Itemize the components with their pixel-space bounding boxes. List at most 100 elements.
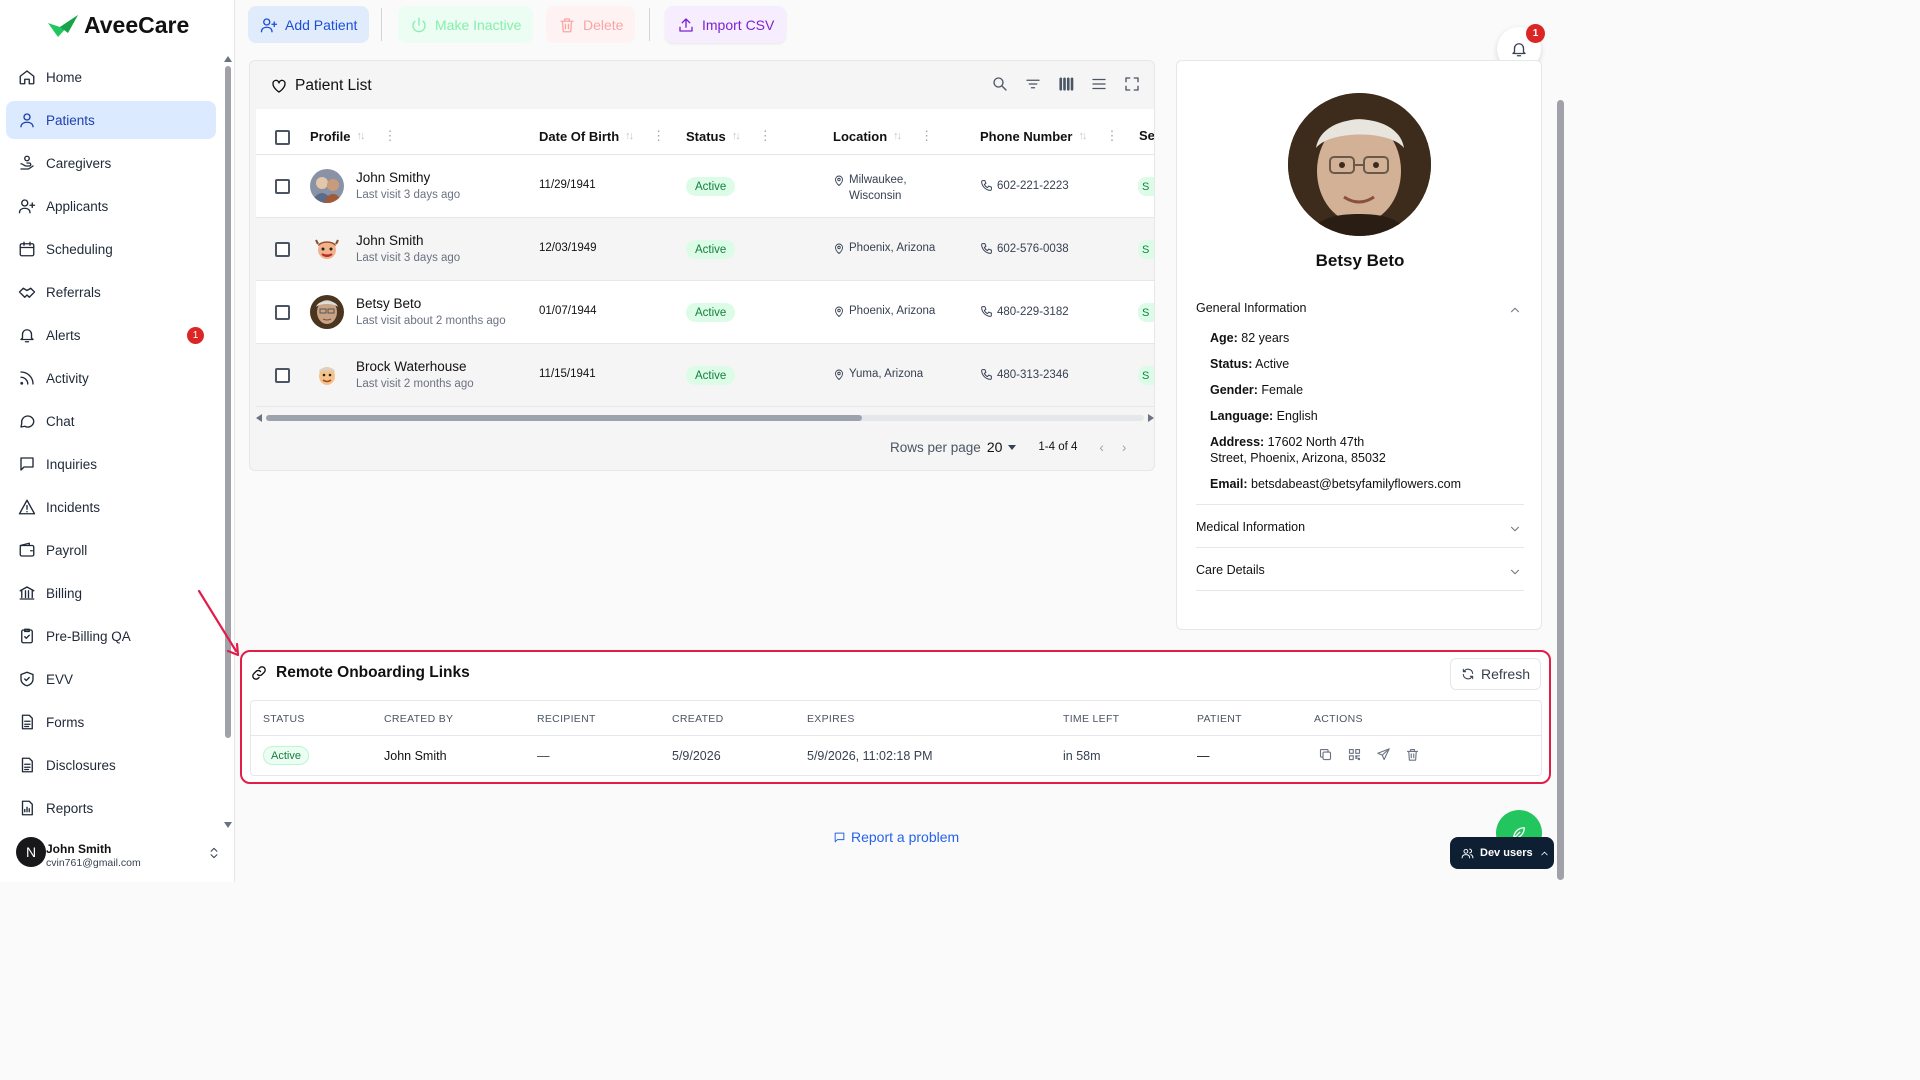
rows-per-page-select[interactable]: 20: [987, 439, 1003, 455]
sort-icon[interactable]: ↑↓: [625, 130, 634, 142]
sidebar-item-referrals[interactable]: Referrals: [6, 273, 216, 311]
sidebar-item-forms[interactable]: Forms: [6, 703, 216, 741]
column-header-profile[interactable]: Profile ↑↓ ⋮: [310, 128, 396, 144]
table-row[interactable]: Betsy Beto Last visit about 2 months ago…: [256, 281, 1154, 344]
sidebar-scrollbar[interactable]: [224, 56, 232, 828]
table-horizontal-scrollbar[interactable]: [256, 411, 1154, 425]
column-header-location[interactable]: Location ↑↓ ⋮: [833, 128, 933, 144]
page-scrollbar[interactable]: [1557, 100, 1564, 880]
sidebar-item-disclosures[interactable]: Disclosures: [6, 746, 216, 784]
sidebar-item-home[interactable]: Home: [6, 58, 216, 96]
page-range: 1-4 of 4: [1038, 441, 1078, 453]
chevron-down-icon[interactable]: [1008, 444, 1017, 450]
trash-icon[interactable]: [1405, 747, 1420, 762]
trash-icon: [560, 17, 574, 32]
patient-photo-icon: [310, 295, 344, 329]
sidebar-item-payroll[interactable]: Payroll: [6, 531, 216, 569]
medical-information-toggle[interactable]: Medical Information: [1196, 520, 1305, 534]
last-visit: Last visit about 2 months ago: [356, 315, 506, 327]
column-header-phone[interactable]: Phone Number ↑↓ ⋮: [980, 128, 1118, 144]
sidebar-item-pre-billing-qa[interactable]: Pre-Billing QA: [6, 617, 216, 655]
column-menu-icon[interactable]: ⋮: [383, 128, 396, 144]
remote-onboarding-panel: Remote Onboarding Links Refresh STATUS C…: [240, 650, 1551, 784]
general-information-toggle[interactable]: General Information: [1196, 301, 1306, 315]
care-details-toggle[interactable]: Care Details: [1196, 563, 1265, 577]
scroll-down-arrow-icon[interactable]: [224, 822, 232, 828]
column-menu-icon[interactable]: ⋮: [920, 128, 933, 144]
sidebar-item-alerts[interactable]: Alerts 1: [6, 316, 216, 354]
sort-icon[interactable]: ↑↓: [893, 130, 902, 142]
logo[interactable]: AveeCare: [46, 12, 189, 39]
table-row[interactable]: John Smithy Last visit 3 days ago 11/29/…: [256, 155, 1154, 218]
scroll-up-arrow-icon[interactable]: [224, 56, 232, 62]
column-header-dob[interactable]: Date Of Birth ↑↓ ⋮: [539, 128, 665, 144]
filter-icon[interactable]: [1024, 75, 1042, 93]
patient-avatar: [310, 232, 344, 266]
row-checkbox[interactable]: [275, 242, 290, 257]
make-inactive-button[interactable]: Make Inactive: [398, 6, 534, 43]
sidebar-item-patients[interactable]: Patients: [6, 101, 216, 139]
care-details-section[interactable]: Care Details: [1196, 563, 1524, 591]
sidebar-item-billing[interactable]: Billing: [6, 574, 216, 612]
column-menu-icon[interactable]: ⋮: [759, 128, 772, 144]
table-row[interactable]: Brock Waterhouse Last visit 2 months ago…: [256, 344, 1154, 407]
patient-name[interactable]: John Smith: [356, 233, 424, 248]
sort-icon[interactable]: ↑↓: [1078, 130, 1087, 142]
select-all-checkbox[interactable]: [275, 130, 290, 145]
sidebar-item-inquiries[interactable]: Inquiries: [6, 445, 216, 483]
density-icon[interactable]: [1090, 75, 1108, 93]
chevron-up-icon[interactable]: [1508, 303, 1522, 317]
sidebar-item-evv[interactable]: EVV: [6, 660, 216, 698]
columns-icon[interactable]: [1057, 75, 1075, 93]
fullscreen-icon[interactable]: [1123, 75, 1141, 93]
row-checkbox[interactable]: [275, 305, 290, 320]
scrollbar-thumb[interactable]: [266, 415, 862, 421]
table-row[interactable]: John Smith Last visit 3 days ago 12/03/1…: [256, 218, 1154, 281]
column-header-status[interactable]: Status ↑↓ ⋮: [686, 128, 772, 144]
patient-name[interactable]: John Smithy: [356, 170, 430, 185]
delete-button[interactable]: Delete: [546, 6, 636, 43]
column-header-cut[interactable]: Se: [1139, 128, 1154, 143]
users-icon: [1461, 848, 1474, 858]
send-icon[interactable]: [1376, 747, 1391, 762]
created-date: 5/9/2026: [672, 749, 721, 763]
email-label: Email:: [1210, 477, 1248, 491]
add-patient-button[interactable]: Add Patient: [248, 6, 370, 43]
dev-users-button[interactable]: Dev users: [1450, 837, 1554, 869]
search-icon[interactable]: [991, 75, 1009, 93]
import-csv-button[interactable]: Import CSV: [665, 6, 787, 43]
patient-photo-icon: [310, 169, 344, 203]
column-menu-icon[interactable]: ⋮: [1105, 128, 1118, 144]
row-checkbox[interactable]: [275, 368, 290, 383]
sort-icon[interactable]: ↑↓: [356, 130, 365, 142]
row-checkbox[interactable]: [275, 179, 290, 194]
sidebar-item-chat[interactable]: Chat: [6, 402, 216, 440]
sidebar-item-incidents[interactable]: Incidents: [6, 488, 216, 526]
column-menu-icon[interactable]: ⋮: [652, 128, 665, 144]
chevron-down-icon[interactable]: [1508, 522, 1522, 536]
rows-per-page-label: Rows per page: [890, 439, 981, 455]
sidebar-item-activity[interactable]: Activity: [6, 359, 216, 397]
next-page-icon[interactable]: ›: [1122, 440, 1127, 455]
phone-number: 602-221-2223: [997, 179, 1069, 192]
scroll-left-arrow-icon[interactable]: [256, 414, 262, 422]
leaf-logo-icon: [48, 14, 78, 37]
sidebar-item-caregivers[interactable]: Caregivers: [6, 144, 216, 182]
date-of-birth: 01/07/1944: [539, 305, 597, 317]
sidebar-item-scheduling[interactable]: Scheduling: [6, 230, 216, 268]
report-problem-link[interactable]: Report a problem: [833, 829, 959, 845]
previous-page-icon[interactable]: ‹: [1099, 440, 1104, 455]
scroll-right-arrow-icon[interactable]: [1148, 414, 1154, 422]
sidebar-item-reports[interactable]: Reports: [6, 789, 216, 827]
user-menu[interactable]: N John Smith cvin761@gmail.com: [14, 836, 224, 872]
chevron-down-icon[interactable]: [1508, 565, 1522, 579]
refresh-button[interactable]: Refresh: [1449, 658, 1541, 690]
location-text: Milwaukee, Wisconsin: [849, 172, 907, 204]
patient-name[interactable]: Brock Waterhouse: [356, 359, 467, 374]
copy-icon[interactable]: [1318, 747, 1333, 762]
sort-icon[interactable]: ↑↓: [732, 130, 741, 142]
patient-name[interactable]: Betsy Beto: [356, 296, 421, 311]
medical-information-section[interactable]: Medical Information: [1196, 520, 1524, 548]
qr-code-icon[interactable]: [1347, 747, 1362, 762]
sidebar-item-applicants[interactable]: Applicants: [6, 187, 216, 225]
